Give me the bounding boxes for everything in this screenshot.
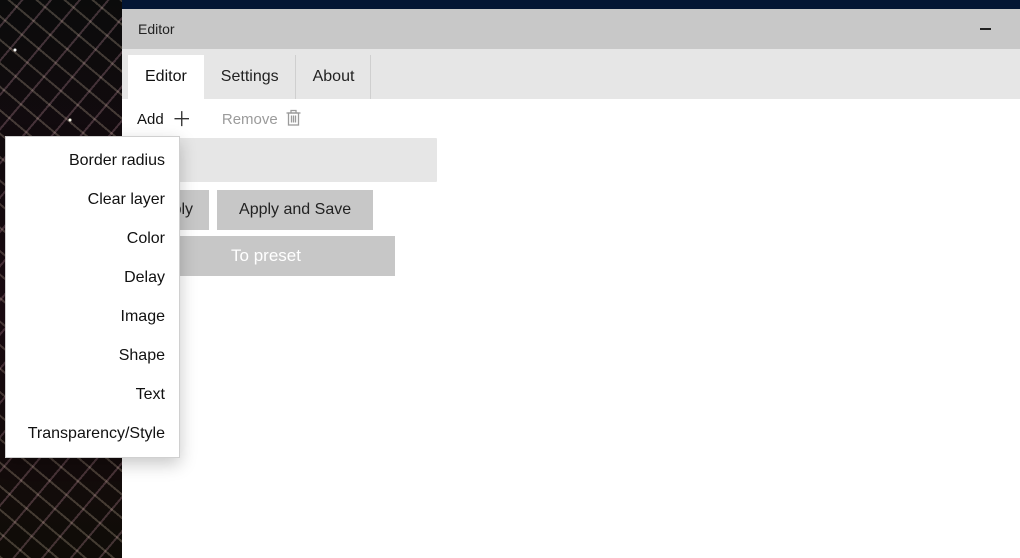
toolbar-row: Add ＋ Remove — [122, 99, 454, 136]
menu-item-transparency[interactable]: Transparency/Style — [6, 414, 179, 453]
add-label: Add — [137, 111, 164, 128]
tab-about[interactable]: About — [296, 55, 372, 99]
remove-button[interactable]: Remove — [222, 109, 301, 130]
menubar: Editor Settings About — [122, 49, 1020, 99]
remove-label: Remove — [222, 111, 278, 128]
add-button[interactable]: Add ＋ — [137, 110, 192, 130]
minimize-icon — [980, 28, 991, 29]
menu-item-clear-layer[interactable]: Clear layer — [6, 180, 179, 219]
window-title: Editor — [138, 21, 175, 37]
tab-editor[interactable]: Editor — [128, 55, 204, 99]
tab-strip: Editor Settings About — [128, 55, 371, 99]
menu-item-image[interactable]: Image — [6, 297, 179, 336]
tab-settings[interactable]: Settings — [204, 55, 296, 99]
window-behind-edge — [122, 0, 1020, 9]
trash-icon — [286, 109, 301, 130]
apply-save-button[interactable]: Apply and Save — [217, 190, 373, 230]
menu-item-color[interactable]: Color — [6, 219, 179, 258]
editor-window: Editor Editor Settings About Add ＋ Remov… — [122, 9, 1020, 558]
workspace: Add ＋ Remove A — [122, 99, 1020, 276]
titlebar[interactable]: Editor — [122, 9, 1020, 49]
menu-item-delay[interactable]: Delay — [6, 258, 179, 297]
menu-item-text[interactable]: Text — [6, 375, 179, 414]
minimize-button[interactable] — [962, 9, 1008, 49]
menu-item-shape[interactable]: Shape — [6, 336, 179, 375]
plus-icon: ＋ — [172, 110, 192, 130]
add-dropdown[interactable]: Border radius Clear layer Color Delay Im… — [5, 136, 180, 458]
menu-item-border-radius[interactable]: Border radius — [6, 141, 179, 180]
empty-panel — [137, 138, 437, 182]
